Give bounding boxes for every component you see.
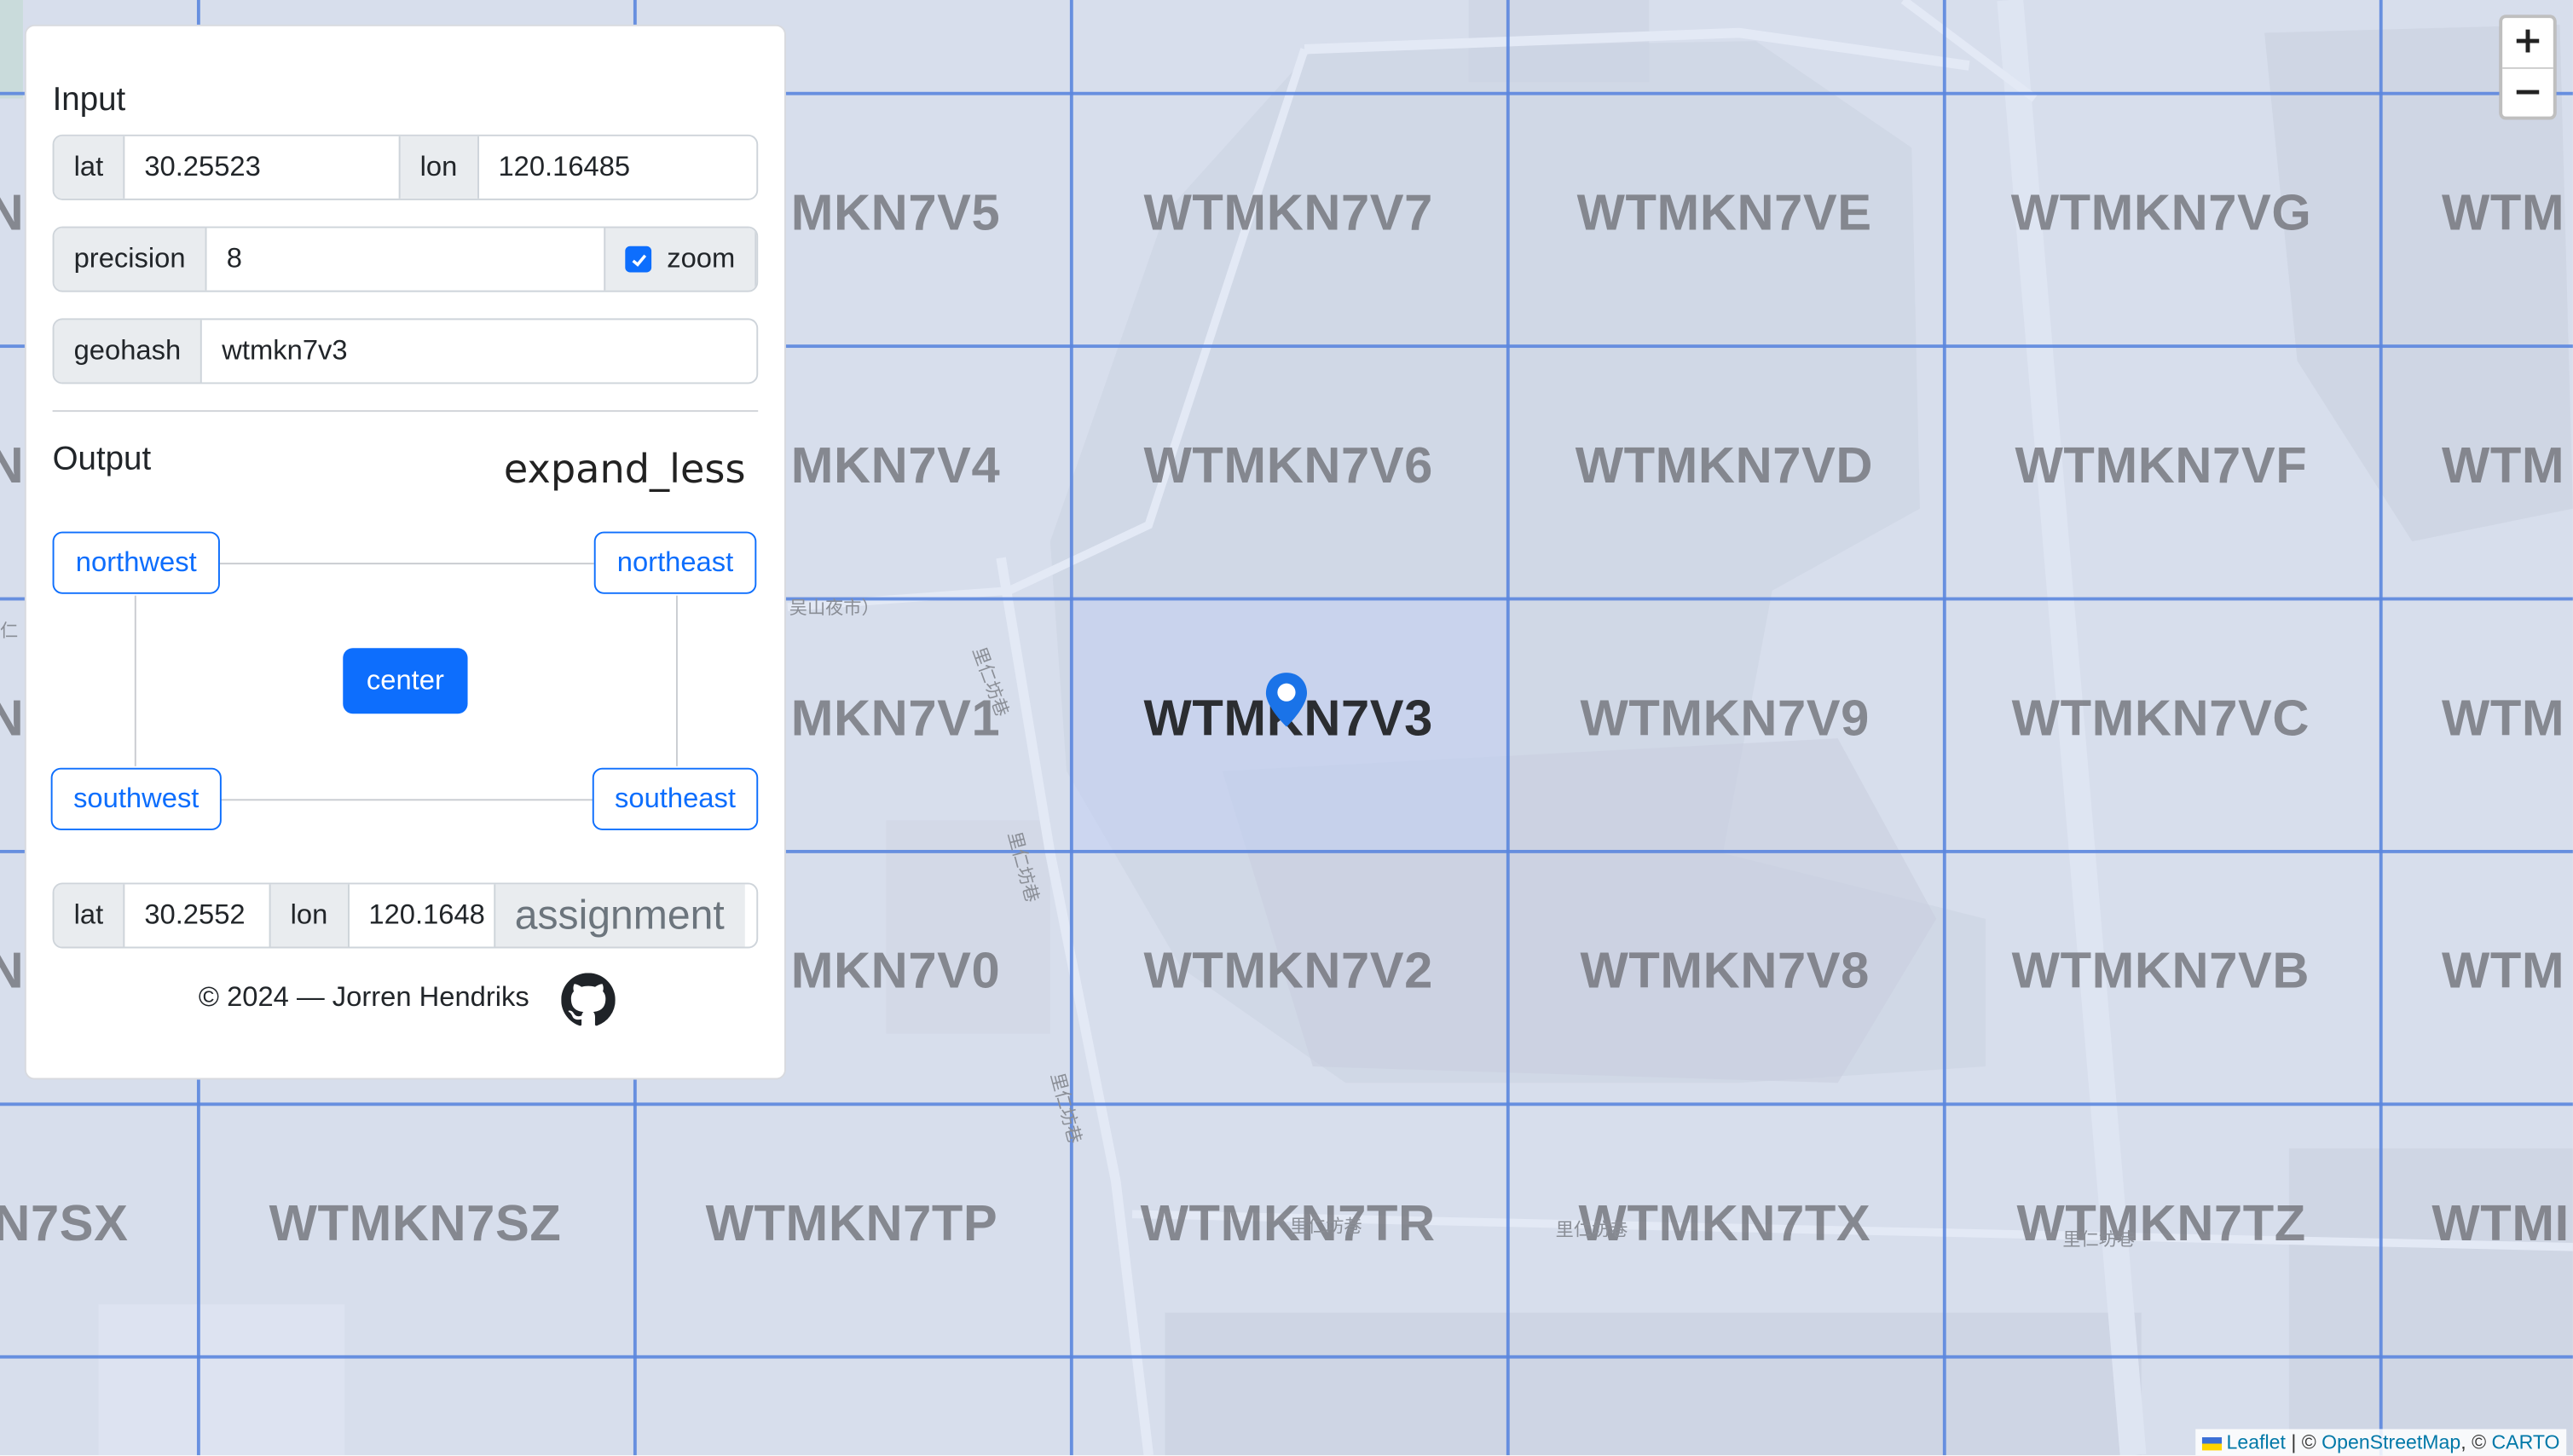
zoom-toggle[interactable]: zoom (604, 228, 757, 291)
center-button[interactable]: center (343, 648, 468, 714)
attribution-separator: , © (2460, 1430, 2492, 1454)
geohash-cell-label[interactable]: WTMKN7V2 (1144, 942, 1433, 1001)
southwest-button[interactable]: southwest (50, 767, 222, 830)
geohash-cell-label[interactable]: WTMKN7V8 (1580, 942, 1869, 1001)
carto-link[interactable]: CARTO (2492, 1430, 2560, 1453)
connector-line (219, 563, 594, 565)
copyright-text: © 2024 — Jorren Hendriks (198, 980, 529, 1013)
northeast-button[interactable]: northeast (593, 531, 757, 594)
geohash-cell-label[interactable]: MKN7V0 (791, 942, 1001, 1001)
geohash-cell-label[interactable]: WTMKN7VF (2015, 436, 2308, 495)
openstreetmap-link[interactable]: OpenStreetMap (2321, 1430, 2460, 1453)
geohash-cell-label[interactable]: WTMKN7SZ (269, 1194, 562, 1253)
grid-line-horizontal (0, 1102, 2573, 1106)
control-panel: Input lat 30.25523 lon 120.16485 precisi… (24, 24, 786, 1080)
geohash-cell-label[interactable]: WTM (2442, 184, 2564, 243)
attribution-separator: | © (2285, 1430, 2322, 1454)
lat-label: lat (54, 136, 125, 199)
precision-label: precision (54, 228, 207, 291)
output-latlon-group: lat 30.2552 lon 120.1648 assignment (52, 882, 759, 949)
map-attribution: Leaflet | © OpenStreetMap, © CARTO (2194, 1429, 2567, 1456)
leaflet-link[interactable]: Leaflet (2227, 1430, 2286, 1453)
geohash-cell-label[interactable]: N (0, 184, 24, 243)
grid-line-vertical (1506, 0, 1510, 1456)
latlon-input-group: lat 30.25523 lon 120.16485 (52, 134, 759, 200)
geohash-cell-label[interactable]: MKN7V5 (791, 184, 1001, 243)
street-label: 里仁坊巷 (1555, 1219, 1628, 1241)
input-heading: Input (52, 82, 126, 118)
zoom-control: + − (2499, 14, 2557, 120)
geohash-label: geohash (54, 320, 203, 383)
geohash-cell-label[interactable]: N (0, 689, 24, 748)
output-lon-label: lon (269, 884, 350, 947)
geohash-cell-label[interactable]: WTMKN7V7 (1144, 184, 1433, 243)
geohash-cell-label[interactable]: WTMKN7VG (2011, 184, 2312, 243)
geohash-cell-label[interactable]: N (0, 942, 24, 1001)
geohash-cell-label[interactable]: WTM (2442, 689, 2564, 748)
street-label: 吴山夜市） (789, 597, 880, 619)
geohash-cell-label[interactable]: WTMI (2431, 1194, 2569, 1253)
southeast-button[interactable]: southeast (592, 767, 759, 830)
app-root: N MKN7V5 WTMKN7V7 WTMKN7VE WTMKN7VG WTM N MKN7V… (0, 0, 2573, 1456)
grid-line-vertical (1069, 0, 1073, 1456)
output-lon-field[interactable]: 120.1648 (349, 884, 493, 946)
lat-input[interactable]: 30.25523 (124, 136, 398, 199)
checkbox-checked-icon[interactable] (626, 246, 652, 273)
geohash-cell-label[interactable]: WTMKN7VC (2012, 689, 2310, 748)
geohash-cell-label[interactable]: WTMKN7VD (1576, 436, 1873, 495)
location-pin-icon[interactable] (1263, 671, 1310, 743)
connector-line (219, 799, 594, 801)
geohash-input[interactable]: wtmkn7v3 (202, 320, 756, 382)
output-heading: Output (52, 441, 152, 478)
zoom-label: zoom (667, 242, 736, 274)
grid-line-vertical (1942, 0, 1946, 1456)
grid-line-horizontal (0, 1355, 2573, 1359)
grid-line-vertical (2379, 0, 2383, 1456)
geohash-cell-label[interactable]: WTMKN7VE (1577, 184, 1872, 243)
geohash-cell-label[interactable]: WTMKN7TZ (2016, 1194, 2305, 1253)
street-label: 里仁坊巷 (1289, 1216, 1362, 1238)
street-label: 仁 (0, 620, 19, 642)
ukraine-flag-icon (2201, 1436, 2222, 1451)
assignment-icon[interactable]: assignment (493, 884, 744, 947)
lon-input[interactable]: 120.16485 (478, 136, 756, 199)
geohash-input-group: geohash wtmkn7v3 (52, 318, 759, 384)
geohash-cell-label[interactable]: MKN7V1 (791, 689, 1001, 748)
geohash-cell-label[interactable]: MKN7V4 (791, 436, 1001, 495)
connector-line (134, 595, 136, 766)
street-label: 里仁坊巷 (2062, 1228, 2136, 1251)
divider (52, 410, 759, 413)
geohash-cell-label[interactable]: WTMKN7TR (1141, 1194, 1436, 1253)
geohash-cell-label[interactable]: WTM (2442, 942, 2564, 1001)
lon-label: lon (398, 136, 479, 199)
precision-input-group: precision 8 zoom (52, 226, 759, 292)
geohash-cell-label[interactable]: WTMKN7V9 (1580, 689, 1869, 748)
precision-input[interactable]: 8 (207, 228, 604, 291)
geohash-cell-label[interactable]: WTMKN7TP (706, 1194, 998, 1253)
northwest-button[interactable]: northwest (52, 531, 220, 594)
zoom-out-button[interactable]: − (2502, 69, 2553, 118)
output-lat-field[interactable]: 30.2552 (124, 884, 269, 946)
geohash-cell-label[interactable]: WTMKN7V6 (1144, 436, 1433, 495)
geohash-cell-label[interactable]: WTMKN7VB (2012, 942, 2310, 1001)
geohash-cell-label[interactable]: N (0, 436, 24, 495)
zoom-in-button[interactable]: + (2502, 18, 2553, 69)
geohash-cell-label[interactable]: WTM (2442, 436, 2564, 495)
expand-less-icon[interactable]: expand_less (504, 447, 746, 493)
github-icon[interactable] (561, 973, 616, 1027)
connector-line (675, 595, 678, 766)
output-lat-label: lat (54, 884, 125, 947)
geohash-cell-label[interactable]: N7SX (0, 1194, 128, 1253)
